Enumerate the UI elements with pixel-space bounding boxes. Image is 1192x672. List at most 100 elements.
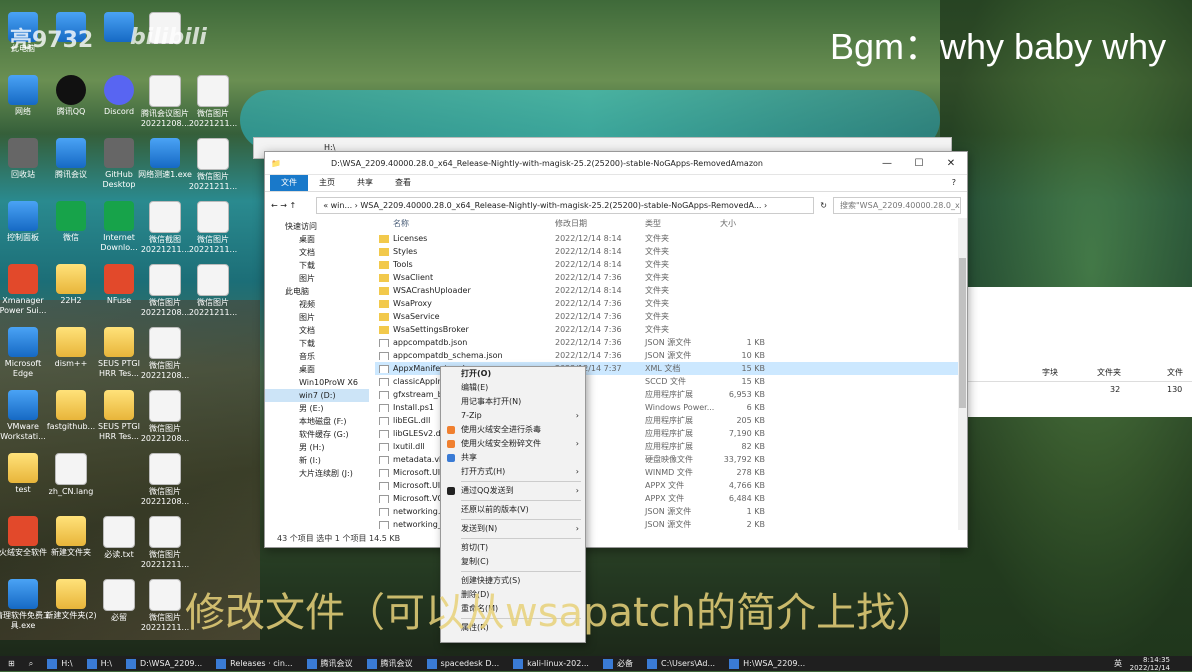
file-name-text: networking.js (393, 507, 447, 516)
taskbar-label: spacedesk D... (440, 659, 500, 668)
nav-item[interactable]: win7 (D:) (265, 389, 369, 402)
context-menu-item[interactable]: 7-Zip › (441, 409, 585, 423)
file-row[interactable]: WsaService 2022/12/14 7:36 文件夹 (375, 310, 960, 323)
col-size[interactable]: 大小 (720, 218, 765, 232)
refresh-icon[interactable]: ↻ (820, 201, 827, 210)
desktop-icon-label: 微信 (63, 233, 79, 242)
menu-item-label: 还原以前的版本(V) (461, 505, 529, 514)
context-menu-item[interactable]: 编辑(E) (441, 381, 585, 395)
context-menu-item[interactable]: 用记事本打开(N) (441, 395, 585, 409)
nav-item[interactable]: 新 (I:) (265, 454, 369, 467)
search-icon[interactable]: ⌕ (29, 659, 33, 669)
tab-share[interactable]: 共享 (346, 175, 384, 191)
nav-item[interactable]: 本地磁盘 (F:) (265, 415, 369, 428)
clock-time: 8:14:35 (1143, 656, 1170, 664)
desktop-icon[interactable]: 微信图片20221211... (184, 201, 242, 255)
file-row[interactable]: WsaProxy 2022/12/14 7:36 文件夹 (375, 297, 960, 310)
context-menu-item[interactable]: 打开方式(H) › (441, 465, 585, 479)
context-menu-item[interactable]: 使用火绒安全粉碎文件 › (441, 437, 585, 451)
file-row[interactable]: Tools 2022/12/14 8:14 文件夹 (375, 258, 960, 271)
desktop-icon-image (8, 453, 38, 483)
context-menu-item[interactable]: 使用火绒安全进行杀毒 (441, 423, 585, 437)
nav-item[interactable]: 此电脑 (265, 285, 369, 298)
vertical-scrollbar[interactable] (958, 218, 967, 530)
nav-item[interactable]: 软件缓存 (G:) (265, 428, 369, 441)
start-icon[interactable]: ⊞ (8, 659, 15, 668)
taskbar-button[interactable]: 腾讯会议 (306, 658, 353, 669)
tab-home[interactable]: 主页 (308, 175, 346, 191)
close-icon[interactable]: ✕ (935, 158, 967, 169)
taskbar-button[interactable]: H:\ (86, 658, 112, 669)
taskbar-button[interactable]: spacedesk D... (426, 658, 500, 669)
file-row[interactable]: WsaClient 2022/12/14 7:36 文件夹 (375, 271, 960, 284)
nav-item[interactable]: 大片连续剧 (J:) (265, 467, 369, 480)
context-menu-item[interactable]: 共享 (441, 451, 585, 465)
nav-item[interactable]: 图片 (265, 272, 369, 285)
context-menu-item[interactable]: 打开(O) (441, 367, 585, 381)
nav-item[interactable]: 视频 (265, 298, 369, 311)
context-menu-item[interactable]: 剪切(T) (441, 541, 585, 555)
desktop-icon-image (8, 201, 38, 231)
col-name[interactable]: 名称 (375, 218, 555, 232)
desktop-icon[interactable]: 微信图片20221208... (136, 327, 194, 381)
desktop-icon[interactable]: 微信图片20221211... (184, 138, 242, 192)
desktop-icon-label: 微信图片20221211... (140, 613, 190, 632)
taskbar-button[interactable]: C:\Users\Ad... (646, 658, 715, 669)
forward-arrow-icon[interactable]: → (280, 201, 287, 210)
col-date[interactable]: 修改日期 (555, 218, 645, 232)
nav-item[interactable]: 音乐 (265, 350, 369, 363)
desktop-icon[interactable]: 微信图片20221208... (136, 453, 194, 507)
tab-file[interactable]: 文件 (270, 175, 308, 191)
status-bar: 43 个项目 选中 1 个项目 14.5 KB (277, 534, 401, 543)
tab-view[interactable]: 查看 (384, 175, 422, 191)
nav-item[interactable]: 桌面 (265, 233, 369, 246)
back-arrow-icon[interactable]: ← (271, 201, 278, 210)
nav-item[interactable]: 文档 (265, 246, 369, 259)
nav-item[interactable]: Win10ProW X6 (265, 376, 369, 389)
desktop-icon[interactable]: 微信图片20221208... (136, 390, 194, 444)
ime-indicator[interactable]: 英 (1114, 658, 1122, 669)
nav-item[interactable]: 快速访问 (265, 220, 369, 233)
file-name: Licenses (375, 234, 555, 243)
desktop-icon[interactable]: 微信图片20221211... (184, 264, 242, 318)
maximize-icon[interactable]: ☐ (903, 158, 935, 169)
taskbar-button[interactable]: D:\WSA_2209... (126, 658, 202, 669)
desktop-icon[interactable]: zh_CN.lang (42, 453, 100, 497)
scroll-thumb[interactable] (959, 258, 966, 408)
search-input[interactable]: 搜索"WSA_2209.40000.28.0_x... (833, 196, 961, 214)
file-row[interactable]: Styles 2022/12/14 8:14 文件夹 (375, 245, 960, 258)
taskbar-button[interactable]: kali-linux-202... (513, 658, 589, 669)
nav-item[interactable]: 图片 (265, 311, 369, 324)
file-row[interactable]: appcompatdb_schema.json 2022/12/14 7:36 JS… (375, 349, 960, 362)
file-row[interactable]: appcompatdb.json 2022/12/14 7:36 JSON 源文件 1… (375, 336, 960, 349)
minimize-icon[interactable]: — (871, 158, 903, 169)
help-icon[interactable]: ? (941, 175, 967, 191)
desktop-icon-image (197, 264, 229, 296)
taskbar-button[interactable]: Releases · cin... (216, 658, 293, 669)
taskbar-button[interactable]: H:\WSA_2209... (729, 658, 805, 669)
taskbar-button[interactable]: 腾讯会议 (366, 658, 413, 669)
nav-item[interactable]: 下载 (265, 259, 369, 272)
desktop-icon[interactable]: 微信图片20221211... (136, 516, 194, 570)
nav-item[interactable]: 男 (H:) (265, 441, 369, 454)
title-bar[interactable]: 📁 D:\WSA_2209.40000.28.0_x64_Release-Nig… (265, 152, 967, 175)
nav-item[interactable]: 下载 (265, 337, 369, 350)
nav-item[interactable]: 桌面 (265, 363, 369, 376)
file-row[interactable]: WSACrashUploader 2022/12/14 8:14 文件夹 (375, 284, 960, 297)
desktop-icon[interactable]: 微信图片20221211... (184, 75, 242, 129)
file-row[interactable]: WsaSettingsBroker 2022/12/14 7:36 文件夹 (375, 323, 960, 336)
taskbar-button[interactable]: H:\ (47, 658, 73, 669)
nav-item[interactable]: 文档 (265, 324, 369, 337)
context-menu-item[interactable]: 发送到(N) › (441, 522, 585, 536)
file-row[interactable]: Licenses 2022/12/14 8:14 文件夹 (375, 232, 960, 245)
col-type[interactable]: 类型 (645, 218, 720, 232)
system-clock[interactable]: 8:14:35 2022/12/14 (1130, 656, 1170, 672)
context-menu-item[interactable]: 通过QQ发送到 › (441, 484, 585, 498)
context-menu-item[interactable]: 复制(C) (441, 555, 585, 569)
context-menu-item[interactable]: 还原以前的版本(V) (441, 503, 585, 517)
address-bar[interactable]: « win... › WSA_2209.40000.28.0_x64_Relea… (316, 196, 815, 214)
taskbar-button[interactable]: 必备 (602, 658, 633, 669)
up-arrow-icon[interactable]: ↑ (290, 201, 297, 210)
nav-item[interactable]: 男 (E:) (265, 402, 369, 415)
file-name-text: Licenses (393, 234, 428, 243)
